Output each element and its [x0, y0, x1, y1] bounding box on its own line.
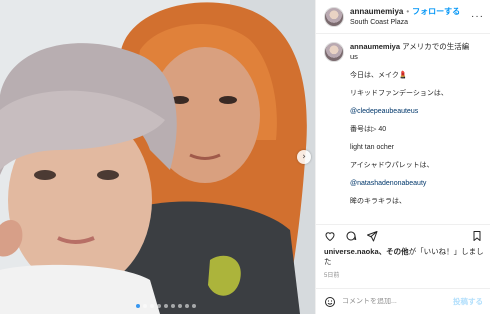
caption-first-line: アメリカでの生活編	[402, 42, 470, 51]
more-horizontal-icon[interactable]: ···	[471, 11, 484, 22]
separator-dot: •	[406, 6, 410, 16]
post-photo[interactable]: ›	[0, 0, 315, 314]
caption-mention-link[interactable]: @natashadenonabeauty	[350, 179, 482, 188]
comment-input[interactable]	[342, 298, 452, 305]
carousel-next-button[interactable]: ›	[297, 150, 311, 164]
carousel-dot	[164, 304, 168, 308]
comment-icon[interactable]	[345, 230, 357, 242]
caption-line: 番号は▷ 40	[350, 126, 387, 133]
chevron-right-icon: ›	[302, 152, 306, 162]
post-details-panel: annaumemiya • フォローする South Coast Plaza ·…	[315, 0, 490, 314]
like-heart-icon[interactable]	[324, 230, 336, 242]
bookmark-icon[interactable]	[471, 230, 483, 242]
others-link[interactable]: 、その他	[379, 247, 409, 256]
post-date[interactable]: 5日前	[324, 270, 339, 279]
username-link[interactable]: annaumemiya	[350, 6, 403, 17]
caption-mention-link[interactable]: @cledepeaubeauteus	[350, 107, 482, 116]
caption-username[interactable]: annaumemiya	[350, 42, 400, 51]
carousel-dot	[136, 304, 140, 308]
location-link[interactable]: South Coast Plaza	[350, 17, 460, 28]
carousel-indicator	[136, 304, 196, 308]
emoji-icon[interactable]	[324, 296, 336, 308]
liker-username[interactable]: universe.naoka	[324, 247, 379, 256]
post-header: annaumemiya • フォローする South Coast Plaza ·…	[316, 0, 490, 34]
carousel-dot	[192, 304, 196, 308]
avatar[interactable]	[324, 42, 344, 62]
carousel-dot	[143, 304, 147, 308]
follow-button[interactable]: フォローする	[412, 6, 460, 17]
action-bar	[316, 224, 490, 246]
caption-line: 今日は、メイク💄	[350, 72, 408, 79]
caption: annaumemiya アメリカでの生活編 us 今日は、メイク💄 リキッドファ…	[316, 34, 490, 219]
caption-line: light tan ocher	[350, 144, 394, 151]
post-comment-button[interactable]: 投稿する	[453, 296, 483, 307]
avatar[interactable]	[324, 6, 344, 27]
caption-line: リキッドファンデーションは、	[350, 90, 448, 97]
photo-illustration	[0, 0, 315, 314]
caption-first-line-cont: us	[350, 52, 358, 61]
carousel-dot	[157, 304, 161, 308]
likes-summary: universe.naoka、その他が「いいね！」しました	[324, 247, 489, 267]
carousel-dot	[171, 304, 175, 308]
share-icon[interactable]	[366, 230, 378, 242]
comment-bar: 投稿する	[316, 288, 490, 314]
caption-line: アイシャドウパレットは、	[350, 162, 434, 169]
carousel-dot	[150, 304, 154, 308]
caption-line: 眸のキラキラは、	[350, 198, 406, 205]
carousel-dot	[178, 304, 182, 308]
carousel-dot	[185, 304, 189, 308]
